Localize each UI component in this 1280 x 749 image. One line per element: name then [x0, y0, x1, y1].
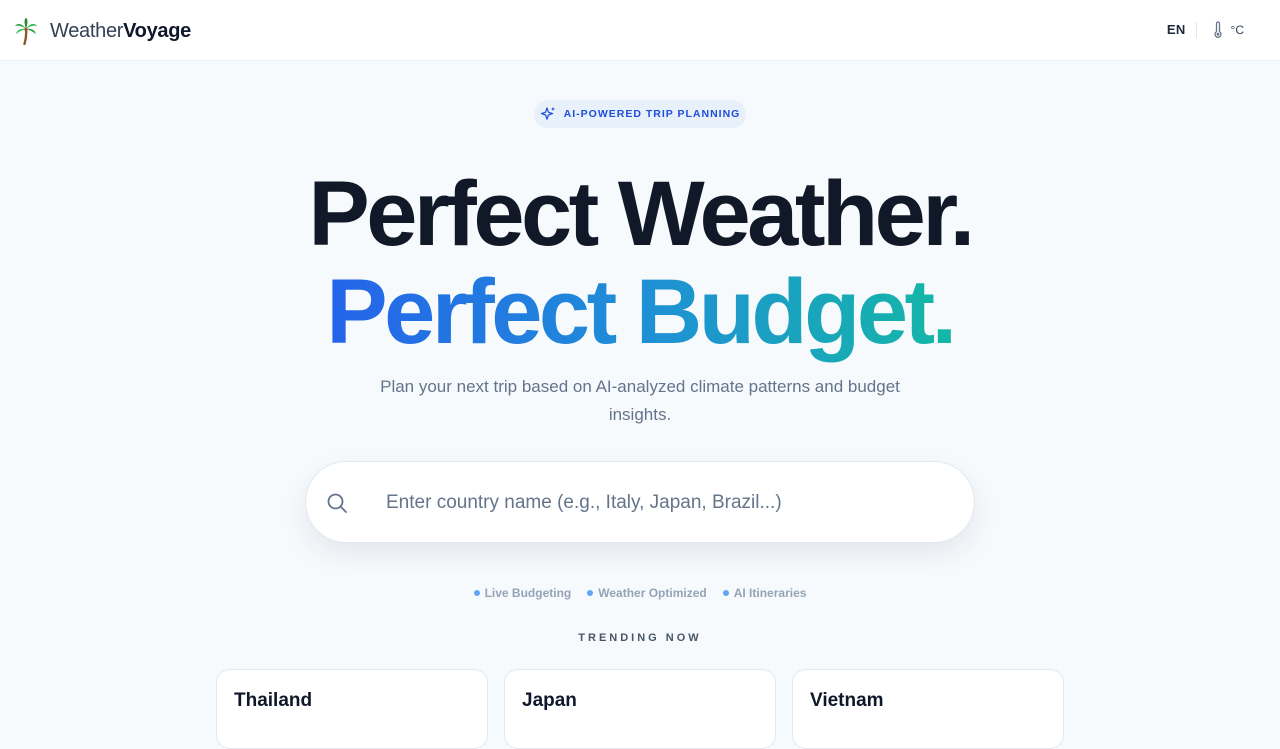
destination-card-japan[interactable]: Japan: [504, 669, 776, 749]
search-icon[interactable]: [326, 492, 348, 514]
temperature-unit-label: °C: [1230, 23, 1244, 37]
hero-subtitle: Plan your next trip based on AI-analyzed…: [380, 377, 900, 424]
top-navigation-bar: WeatherVoyage EN °C: [0, 0, 1280, 61]
thermometer-icon: [1213, 21, 1222, 38]
destination-card-vietnam[interactable]: Vietnam: [792, 669, 1064, 749]
hero-headline-gradient-text: Perfect Budget.: [326, 261, 957, 363]
feature-dot: [722, 590, 729, 596]
feature-item: Live Budgeting: [473, 584, 572, 602]
ai-badge: AI-POWERED TRIP PLANNING: [534, 100, 746, 128]
destination-name: Thailand: [234, 690, 313, 711]
temperature-unit-toggle[interactable]: °C: [1207, 18, 1244, 42]
feature-item: AI Itineraries: [722, 584, 807, 602]
destination-card-thailand[interactable]: Thailand: [216, 669, 488, 749]
language-button[interactable]: EN: [1157, 18, 1196, 42]
feature-label: Weather Optimized: [598, 586, 707, 600]
header-controls: EN °C: [1157, 18, 1244, 42]
feature-highlights: Live Budgeting Weather Optimized AI Itin…: [0, 584, 1280, 602]
feature-item: Weather Optimized: [587, 584, 707, 602]
brand-name-light: Weather: [50, 20, 124, 42]
feature-dot: [473, 590, 480, 596]
header-divider: [1195, 22, 1197, 38]
brand-logo-link[interactable]: WeatherVoyage: [14, 16, 191, 46]
country-search-input[interactable]: [386, 482, 946, 524]
brand-name: WeatherVoyage: [50, 16, 191, 46]
feature-label: Live Budgeting: [484, 586, 572, 600]
destination-name: Vietnam: [810, 690, 884, 711]
feature-dot: [587, 590, 594, 596]
badge-text: AI-POWERED TRIP PLANNING: [563, 108, 741, 120]
destination-name: Japan: [522, 690, 577, 711]
trending-heading: TRENDING NOW: [578, 632, 702, 644]
search-bar[interactable]: [305, 461, 975, 543]
palm-tree-icon: [15, 18, 37, 45]
sparkle-icon: [540, 107, 555, 120]
feature-label: AI Itineraries: [733, 586, 807, 600]
hero-headline-line1: Perfect Weather.: [308, 163, 975, 265]
hero-headline-line2: Perfect Budget.: [0, 262, 1280, 362]
brand-name-bold: Voyage: [123, 20, 191, 42]
